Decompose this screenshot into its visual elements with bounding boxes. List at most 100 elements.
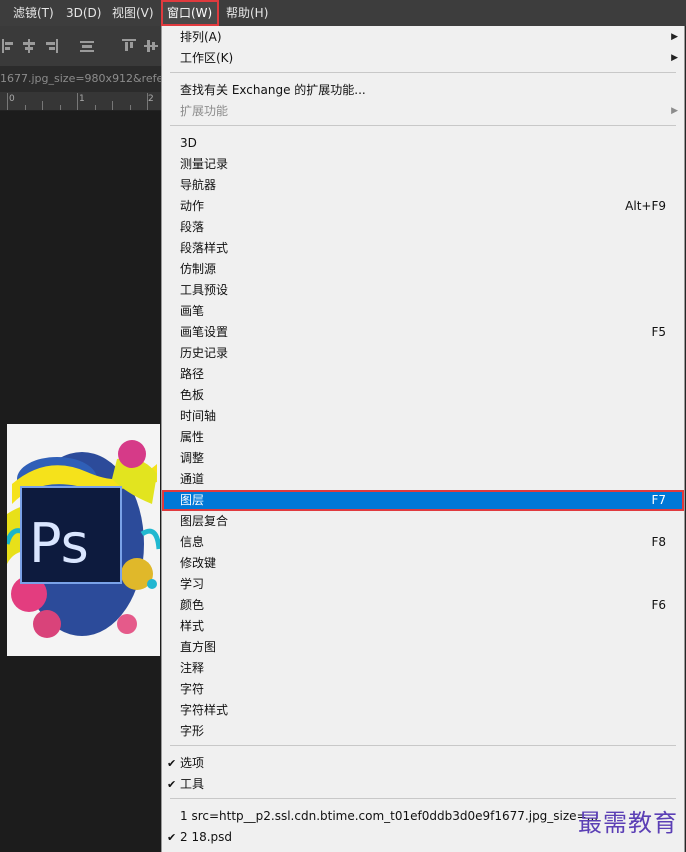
menu-item-options[interactable]: ✔ 选项 <box>162 753 684 774</box>
menu-item-modifier-keys[interactable]: 修改键 <box>162 553 684 574</box>
menu-item-brushes[interactable]: 画笔 <box>162 301 684 322</box>
menu-item-label: 扩展功能 <box>180 104 229 118</box>
menu-item-label: 字符 <box>180 682 205 696</box>
menu-item-shortcut: F5 <box>651 325 666 339</box>
menu-item-label: 样式 <box>180 619 205 633</box>
menu-item-tool-presets[interactable]: 工具预设 <box>162 280 684 301</box>
menu-item-measurement-log[interactable]: 测量记录 <box>162 154 684 175</box>
submenu-arrow-icon: ▶ <box>671 32 678 42</box>
checkmark-icon: ✔ <box>167 757 177 770</box>
menu-item-label: 工具预设 <box>180 283 229 297</box>
watermark: 最需教育 <box>578 809 678 837</box>
menu-item-notes[interactable]: 注释 <box>162 658 684 679</box>
menu-item-brush-settings[interactable]: 画笔设置 F5 <box>162 322 684 343</box>
menu-item-label: 工具 <box>180 777 205 791</box>
menu-item-label: 时间轴 <box>180 409 217 423</box>
menu-item-layers[interactable]: 图层 F7 <box>162 490 684 511</box>
menu-window[interactable]: 窗口(W) <box>161 0 219 26</box>
align-center-icon[interactable] <box>22 39 36 53</box>
menu-item-actions[interactable]: 动作 Alt+F9 <box>162 196 684 217</box>
menu-item-navigator[interactable]: 导航器 <box>162 175 684 196</box>
menu-item-label: 修改键 <box>180 556 217 570</box>
menu-item-label: 查找有关 Exchange 的扩展功能... <box>180 83 366 97</box>
menu-item-label: 字符样式 <box>180 703 229 717</box>
distribute-icon[interactable] <box>80 39 94 53</box>
menu-separator <box>170 798 676 799</box>
menu-item-3d[interactable]: 3D <box>162 133 684 154</box>
menu-item-shortcut: F6 <box>651 598 666 612</box>
menu-item-label: 直方图 <box>180 640 217 654</box>
menu-item-tools[interactable]: ✔ 工具 <box>162 774 684 795</box>
menu-item-find-exchange-extensions[interactable]: 查找有关 Exchange 的扩展功能... <box>162 80 684 101</box>
menu-item-styles[interactable]: 样式 <box>162 616 684 637</box>
menu-item-label: 信息 <box>180 535 205 549</box>
menu-item-clone-source[interactable]: 仿制源 <box>162 259 684 280</box>
menu-item-paragraph[interactable]: 段落 <box>162 217 684 238</box>
menu-item-label: 画笔设置 <box>180 325 229 339</box>
menu-item-label: 学习 <box>180 577 205 591</box>
window-menu-dropdown: 排列(A) ▶ 工作区(K) ▶ 查找有关 Exchange 的扩展功能... 扩展功能 ▶… <box>161 26 685 852</box>
menu-item-paragraph-styles[interactable]: 段落样式 <box>162 238 684 259</box>
menu-item-adjustments[interactable]: 调整 <box>162 448 684 469</box>
menu-item-label: 色板 <box>180 388 205 402</box>
menu-item-label: 导航器 <box>180 178 217 192</box>
menu-item-color[interactable]: 颜色 F6 <box>162 595 684 616</box>
menu-item-shortcut: F8 <box>651 535 666 549</box>
checkmark-icon: ✔ <box>167 778 177 791</box>
menu-item-label: 2 18.psd <box>180 830 233 844</box>
menu-separator <box>170 72 676 73</box>
menu-item-label: 仿制源 <box>180 262 217 276</box>
align-right-icon[interactable] <box>44 39 58 53</box>
menu-item-workspace[interactable]: 工作区(K) ▶ <box>162 48 684 69</box>
menu-item-layer-comps[interactable]: 图层复合 <box>162 511 684 532</box>
document-artwork: Ps <box>7 424 160 656</box>
menu-item-label: 排列(A) <box>180 30 222 44</box>
ps-splash-art: Ps <box>7 424 160 656</box>
menu-item-histogram[interactable]: 直方图 <box>162 637 684 658</box>
menu-separator <box>170 745 676 746</box>
menu-item-swatches[interactable]: 色板 <box>162 385 684 406</box>
menu-item-channels[interactable]: 通道 <box>162 469 684 490</box>
menu-item-label: 历史记录 <box>180 346 229 360</box>
submenu-arrow-icon: ▶ <box>671 106 678 116</box>
menu-bar: 滤镜(T) 3D(D) 视图(V) 窗口(W) 帮助(H) <box>0 0 686 26</box>
horizontal-ruler: 0 1 2 <box>0 92 161 111</box>
menu-item-label: 3D <box>180 136 197 150</box>
menu-item-label: 测量记录 <box>180 157 229 171</box>
align-middle-icon[interactable] <box>144 39 158 53</box>
menu-item-label: 颜色 <box>180 598 205 612</box>
align-left-icon[interactable] <box>2 39 16 53</box>
menu-item-timeline[interactable]: 时间轴 <box>162 406 684 427</box>
menu-item-label: 动作 <box>180 199 205 213</box>
menu-item-label: 注释 <box>180 661 205 675</box>
menu-item-properties[interactable]: 属性 <box>162 427 684 448</box>
submenu-arrow-icon: ▶ <box>671 53 678 63</box>
menu-view[interactable]: 视图(V) <box>108 0 162 26</box>
menu-3d[interactable]: 3D(D) <box>62 0 110 26</box>
ruler-label: 1 <box>79 94 85 104</box>
menu-item-label: 画笔 <box>180 304 205 318</box>
menu-item-label: 字形 <box>180 724 205 738</box>
menu-item-learn[interactable]: 学习 <box>162 574 684 595</box>
document-tab[interactable]: 1677.jpg_size=980x912&refe <box>0 66 161 92</box>
menu-item-label: 1 src=http__p2.ssl.cdn.btime.com_t01ef0d… <box>180 809 599 823</box>
menu-help[interactable]: 帮助(H) <box>224 0 278 26</box>
menu-item-glyphs[interactable]: 字形 <box>162 721 684 742</box>
menu-filter[interactable]: 滤镜(T) <box>8 0 65 26</box>
menu-item-arrange[interactable]: 排列(A) ▶ <box>162 27 684 48</box>
menu-item-extensions: 扩展功能 ▶ <box>162 101 684 122</box>
menu-item-history[interactable]: 历史记录 <box>162 343 684 364</box>
menu-item-character[interactable]: 字符 <box>162 679 684 700</box>
menu-item-paths[interactable]: 路径 <box>162 364 684 385</box>
menu-item-label: 工作区(K) <box>180 51 234 65</box>
menu-item-label: 图层复合 <box>180 514 229 528</box>
align-top-icon[interactable] <box>122 39 136 53</box>
menu-item-shortcut: Alt+F9 <box>625 199 666 213</box>
menu-item-info[interactable]: 信息 F8 <box>162 532 684 553</box>
menu-item-label: 段落 <box>180 220 205 234</box>
checkmark-icon: ✔ <box>167 831 177 844</box>
menu-item-label: 通道 <box>180 472 205 486</box>
menu-item-label: 选项 <box>180 756 205 770</box>
options-toolbar <box>0 26 161 66</box>
menu-item-character-styles[interactable]: 字符样式 <box>162 700 684 721</box>
